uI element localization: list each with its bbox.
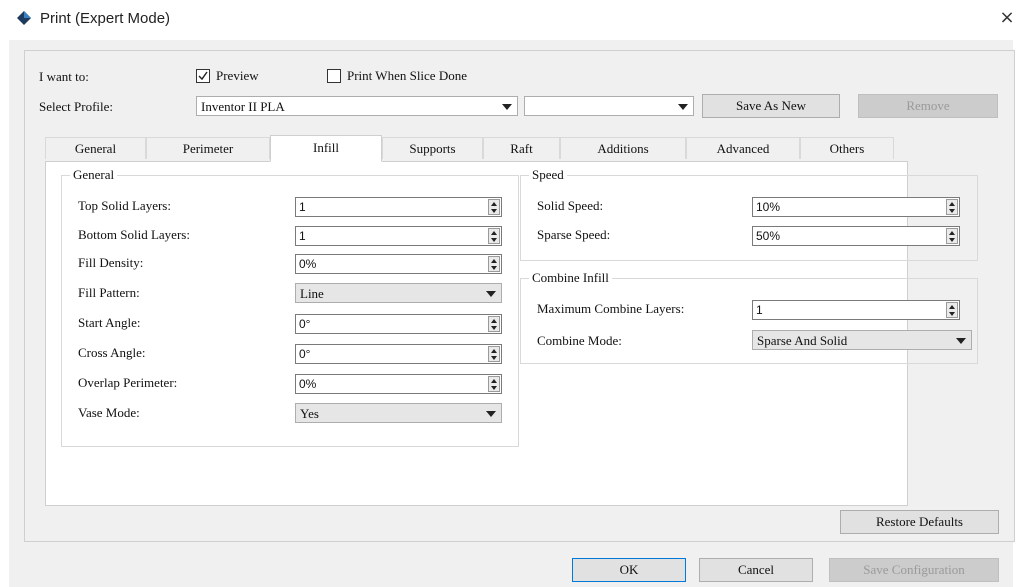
window-title: Print (Expert Mode) <box>40 10 171 27</box>
vase-mode-select[interactable]: Yes <box>295 403 502 423</box>
speed-group-title: Speed <box>529 167 567 183</box>
overlap-perimeter-spinbox[interactable]: 0% <box>295 374 502 394</box>
print-when-slice-done-checkbox[interactable] <box>327 69 341 83</box>
sparse-speed-spinbox[interactable]: 50% <box>752 226 960 246</box>
spinner-arrows-icon[interactable] <box>488 228 500 244</box>
general-group: General Top Solid Layers: 1 Bottom Solid… <box>61 167 519 447</box>
general-group-title: General <box>70 167 118 183</box>
chevron-down-icon <box>956 338 966 344</box>
spinner-arrows-icon[interactable] <box>946 199 958 215</box>
profile-select[interactable]: Inventor II PLA <box>196 96 518 116</box>
spin-value: 1 <box>756 303 763 317</box>
profile-select-value: Inventor II PLA <box>201 99 285 114</box>
start-angle-label: Start Angle: <box>78 315 141 330</box>
spinner-arrows-icon[interactable] <box>488 346 500 362</box>
tab-perimeter[interactable]: Perimeter <box>146 137 270 159</box>
solid-speed-spinbox[interactable]: 10% <box>752 197 960 217</box>
tab-infill[interactable]: Infill <box>270 135 382 162</box>
tab-label: Additions <box>597 141 649 156</box>
bottom-solid-layers-label: Bottom Solid Layers: <box>78 227 190 242</box>
dialog-body: I want to: Preview Print When Slice Done… <box>9 40 1015 587</box>
combine-mode-label: Combine Mode: <box>537 333 622 348</box>
chevron-down-icon <box>502 104 512 110</box>
preview-checkbox[interactable] <box>196 69 210 83</box>
i-want-to-label: I want to: <box>39 69 89 84</box>
select-profile-label: Select Profile: <box>39 99 114 114</box>
tab-label: Perimeter <box>182 141 234 156</box>
diamond-app-icon <box>17 11 31 25</box>
cross-angle-spinbox[interactable]: 0° <box>295 344 502 364</box>
title-bar: Print (Expert Mode) × <box>0 0 1022 40</box>
top-solid-layers-label: Top Solid Layers: <box>78 198 171 213</box>
tab-general[interactable]: General <box>45 137 146 159</box>
checkmark-icon <box>198 71 208 81</box>
bottom-solid-layers-spinbox[interactable]: 1 <box>295 226 502 246</box>
spin-value: 0% <box>299 257 317 271</box>
save-as-new-button[interactable]: Save As New <box>702 94 840 118</box>
chevron-down-icon <box>486 291 496 297</box>
vase-mode-value: Yes <box>300 406 319 421</box>
tab-raft[interactable]: Raft <box>483 137 560 159</box>
spinner-arrows-icon[interactable] <box>488 376 500 392</box>
spinner-arrows-icon[interactable] <box>488 256 500 272</box>
tab-label: Infill <box>313 140 339 155</box>
remove-button[interactable]: Remove <box>858 94 998 118</box>
fill-pattern-value: Line <box>300 286 324 301</box>
spinner-arrows-icon[interactable] <box>946 228 958 244</box>
chevron-down-icon <box>486 411 496 417</box>
start-angle-spinbox[interactable]: 0° <box>295 314 502 334</box>
tab-advanced[interactable]: Advanced <box>686 137 800 159</box>
combine-infill-group: Combine Infill Maximum Combine Layers: 1… <box>520 270 978 364</box>
tab-label: Advanced <box>716 141 770 156</box>
cross-angle-label: Cross Angle: <box>78 345 146 360</box>
vase-mode-label: Vase Mode: <box>78 405 140 420</box>
tab-supports[interactable]: Supports <box>382 137 483 159</box>
combine-mode-value: Sparse And Solid <box>757 333 848 348</box>
spinner-arrows-icon[interactable] <box>488 316 500 332</box>
top-solid-layers-spinbox[interactable]: 1 <box>295 197 502 217</box>
fill-density-spinbox[interactable]: 0% <box>295 254 502 274</box>
tab-label: Raft <box>510 141 533 156</box>
profile-secondary-select[interactable] <box>524 96 694 116</box>
cancel-button[interactable]: Cancel <box>699 558 813 582</box>
fill-density-label: Fill Density: <box>78 255 144 270</box>
ok-button[interactable]: OK <box>572 558 686 582</box>
tab-label: Supports <box>409 141 456 156</box>
spin-value: 0% <box>299 377 317 391</box>
preview-label: Preview <box>216 68 259 83</box>
save-configuration-button[interactable]: Save Configuration <box>829 558 999 582</box>
fill-pattern-select[interactable]: Line <box>295 283 502 303</box>
tab-additions[interactable]: Additions <box>560 137 686 159</box>
maximum-combine-layers-label: Maximum Combine Layers: <box>537 301 685 316</box>
spinner-arrows-icon[interactable] <box>488 199 500 215</box>
spin-value: 0° <box>299 347 311 361</box>
chevron-down-icon <box>678 104 688 110</box>
close-icon[interactable]: × <box>996 7 1018 29</box>
tab-label: General <box>74 141 117 156</box>
combine-infill-group-title: Combine Infill <box>529 270 612 286</box>
settings-frame: I want to: Preview Print When Slice Done… <box>24 50 1015 542</box>
tab-others[interactable]: Others <box>800 137 894 159</box>
print-when-slice-done-label: Print When Slice Done <box>347 68 467 83</box>
spin-value: 1 <box>299 200 306 214</box>
sparse-speed-label: Sparse Speed: <box>537 227 611 242</box>
restore-defaults-button[interactable]: Restore Defaults <box>840 510 999 534</box>
tab-label: Others <box>829 141 865 156</box>
speed-group: Speed Solid Speed: 10% Sparse Speed: 50% <box>520 167 978 261</box>
spin-value: 10% <box>756 200 781 214</box>
combine-mode-select[interactable]: Sparse And Solid <box>752 330 972 350</box>
overlap-perimeter-label: Overlap Perimeter: <box>78 375 178 390</box>
spin-value: 0° <box>299 317 311 331</box>
maximum-combine-layers-spinbox[interactable]: 1 <box>752 300 960 320</box>
fill-pattern-label: Fill Pattern: <box>78 285 140 300</box>
solid-speed-label: Solid Speed: <box>537 198 604 213</box>
infill-tab-pane: General Top Solid Layers: 1 Bottom Solid… <box>45 161 978 506</box>
spin-value: 1 <box>299 229 306 243</box>
spinner-arrows-icon[interactable] <box>946 302 958 318</box>
spin-value: 50% <box>756 229 781 243</box>
